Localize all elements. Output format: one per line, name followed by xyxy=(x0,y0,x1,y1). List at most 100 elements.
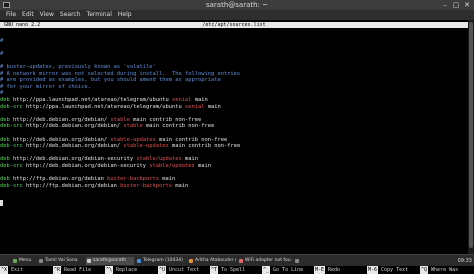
line-segment: deb xyxy=(0,96,13,103)
line-segment: main xyxy=(197,162,211,169)
taskbar-item[interactable]: sarath@sarath xyxy=(86,257,134,265)
taskbar-item-label: Menu xyxy=(19,258,32,263)
editor-line: # buster-updates, previously known as 'v… xyxy=(0,64,468,71)
editor-line: deb-src http://deb.debian.org/debian/ st… xyxy=(0,143,468,150)
editor-line: deb http://deb.debian.org/debian/ stable… xyxy=(0,117,468,124)
line-segment: http://ppa.launchpad.net/atareao/telegra… xyxy=(12,96,173,103)
line-segment: deb xyxy=(0,136,13,143)
nano-filename: /etc/apt/sources.list xyxy=(202,22,266,28)
app-icon xyxy=(87,259,91,263)
shortcut-key: ^U xyxy=(158,266,167,274)
line-segment: deb xyxy=(0,176,13,183)
minimize-button[interactable]: – xyxy=(440,0,450,10)
app-icon xyxy=(295,259,299,263)
line-segment: stable-updates xyxy=(110,136,160,143)
shortcut-key: M-6 xyxy=(367,266,379,274)
line-segment: # buster-updates, previously known as 'v… xyxy=(0,63,156,70)
window-title: sarath@sarath: ~ xyxy=(205,1,269,9)
taskbar-item[interactable]: Telegram (10434) xyxy=(136,257,186,265)
menu-terminal[interactable]: Terminal xyxy=(87,10,112,20)
menu-view[interactable]: View xyxy=(40,10,54,20)
clock[interactable]: 09:33 xyxy=(458,255,472,267)
shortcut-item: ^\ Replace xyxy=(105,266,137,274)
taskbar-item[interactable]: Aritha Atabouder mult xyxy=(188,257,236,265)
maximize-button[interactable]: ▢ xyxy=(451,0,461,10)
line-segment: # are provided as examples, but you shou… xyxy=(0,77,221,84)
shortcut-key: ^X xyxy=(0,266,9,274)
title-bar[interactable]: sarath@sarath: ~ – ▢ ✕ xyxy=(0,0,474,10)
shortcut-key: M-E xyxy=(314,266,326,274)
editor-line: deb-src http://deb.debian.org/debian-sec… xyxy=(0,163,468,170)
taskbar-item[interactable] xyxy=(294,257,314,265)
editor-line: # are provided as examples, but you shou… xyxy=(0,77,468,84)
menu-edit[interactable]: Edit xyxy=(22,10,34,20)
shortcut-label: Redo xyxy=(328,267,341,273)
app-icon xyxy=(239,259,243,263)
line-segment: deb-src xyxy=(0,162,26,169)
editor-line: # A network mirror was not selected duri… xyxy=(0,71,468,78)
line-segment: stable-updates xyxy=(123,143,173,150)
editor-line: deb http://deb.debian.org/debian/ stable… xyxy=(0,137,468,144)
shortcut-label: To Spell xyxy=(221,267,246,273)
editor-line: deb-src http://deb.debian.org/debian/ st… xyxy=(0,123,468,130)
shortcut-key: ^Q xyxy=(420,266,429,274)
editor-line: deb-src http://ppa.launchpad.net/atareao… xyxy=(0,104,468,111)
line-segment: http://ftp.debian.org/debian xyxy=(25,182,121,189)
app-icon xyxy=(13,259,17,263)
shortcut-item: ^X Exit xyxy=(0,266,23,274)
line-segment: stable/updates xyxy=(149,162,198,169)
menu-file[interactable]: File xyxy=(6,10,16,20)
taskbar-item-label: sarath@sarath xyxy=(93,258,127,263)
line-segment: main xyxy=(185,156,198,163)
taskbar-item[interactable]: WiFi adapter not fou... xyxy=(238,257,292,265)
terminal-area[interactable]: GNU nano 2.2 /etc/apt/sources.list # # # b… xyxy=(0,20,474,274)
editor-text[interactable]: # # # buster-updates, previously known as … xyxy=(0,31,468,189)
taskbar-item-label: Aritha Atabouder mult xyxy=(195,258,236,263)
line-segment: stable xyxy=(123,123,147,130)
editor-line: deb http://ppa.launchpad.net/atareao/tel… xyxy=(0,97,468,104)
editor-line: # for your mirror of choice. xyxy=(0,84,468,91)
menu-help[interactable]: Help xyxy=(118,10,132,20)
scrollbar-thumb[interactable] xyxy=(469,22,473,248)
line-segment: main xyxy=(162,176,176,183)
line-segment: http://deb.debian.org/debian/ xyxy=(12,136,111,143)
shortcut-label: Where Was xyxy=(431,267,459,273)
close-button[interactable]: ✕ xyxy=(462,0,472,10)
editor-line: # xyxy=(0,38,468,45)
editor-line: deb-src http://ftp.debian.org/debian bus… xyxy=(0,183,468,190)
editor-line: deb http://ftp.debian.org/debian buster-… xyxy=(0,176,468,183)
taskbar-item[interactable]: Menu xyxy=(12,257,36,265)
taskbar-item[interactable]: Tamil Voi Sona xyxy=(38,257,84,265)
line-segment: http://ppa.launchpad.net/atareao/telegra… xyxy=(25,103,185,110)
taskbar-item-label: WiFi adapter not fou... xyxy=(245,258,292,263)
app-icon xyxy=(137,259,141,263)
app-icon xyxy=(39,259,43,263)
nano-header: GNU nano 2.2 /etc/apt/sources.list xyxy=(0,22,468,28)
shortcut-key: ^_ xyxy=(262,266,271,274)
line-segment: main xyxy=(194,96,208,103)
line-segment: main contrib non-free xyxy=(172,143,241,150)
shortcut-item: ^R Read File xyxy=(53,266,91,274)
shortcut-key: ^T xyxy=(210,266,219,274)
shortcut-label: Uncut Text xyxy=(169,267,200,273)
scrollbar[interactable] xyxy=(468,20,474,254)
shortcut-item: ^T To Spell xyxy=(210,266,245,274)
shortcut-label: Exit xyxy=(11,267,24,273)
shortcut-label: Copy Text xyxy=(381,267,409,273)
line-segment: deb xyxy=(0,116,13,123)
line-segment: # A network mirror was not selected duri… xyxy=(0,70,241,77)
line-segment: buster-backports xyxy=(120,182,176,189)
line-segment: deb-src xyxy=(0,123,26,130)
taskbar-item-label: Telegram (10434) xyxy=(143,258,183,263)
app-icon xyxy=(189,259,193,263)
menu-search[interactable]: Search xyxy=(60,10,81,20)
line-segment: stable xyxy=(110,116,134,123)
line-segment: main contrib non-free xyxy=(133,116,202,123)
